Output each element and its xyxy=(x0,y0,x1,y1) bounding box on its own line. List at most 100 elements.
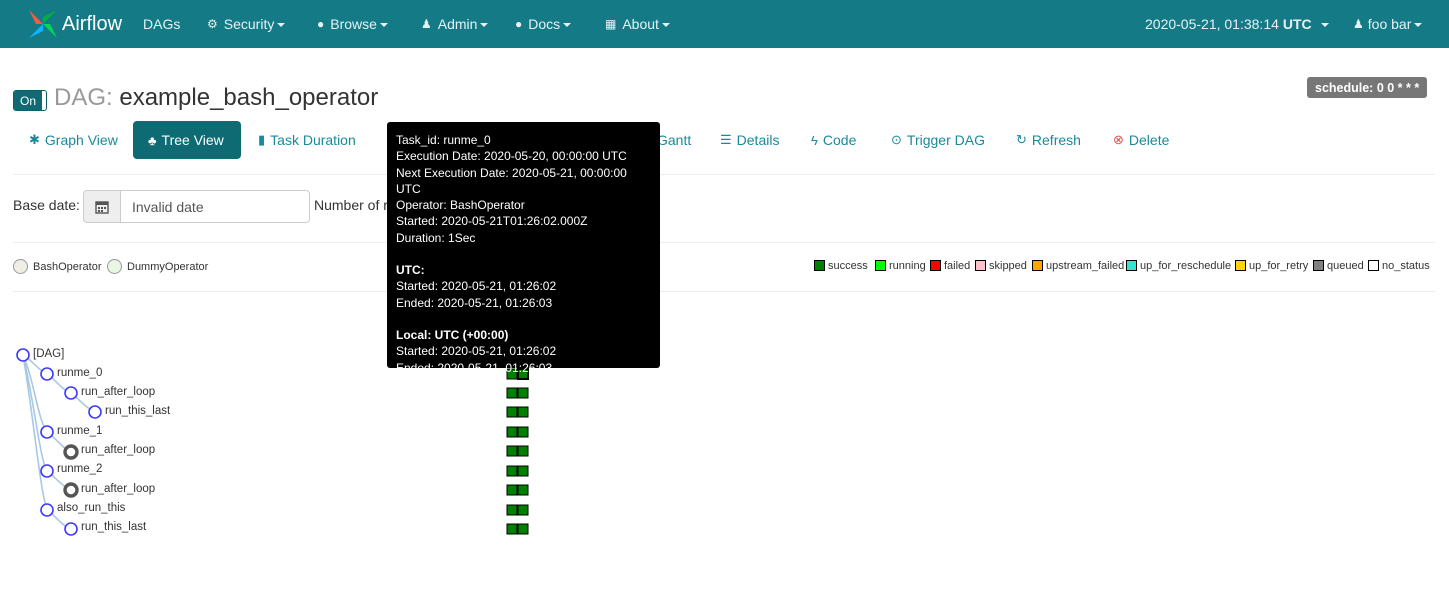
task-instance-square[interactable] xyxy=(506,523,518,535)
tree-node-circle[interactable] xyxy=(63,482,79,498)
state-label: queued xyxy=(1327,259,1364,272)
play-circle-icon: ⊙ xyxy=(891,132,902,147)
nav-about-label: About xyxy=(622,16,659,32)
state-swatch xyxy=(1032,260,1043,271)
nav-browse[interactable]: ● Browse xyxy=(317,0,388,48)
brand-link[interactable]: Airflow xyxy=(26,6,122,42)
tab-label: Refresh xyxy=(1031,132,1081,148)
state-swatch xyxy=(1235,260,1246,271)
caret-down-icon xyxy=(379,22,388,27)
nav-dags-label: DAGs xyxy=(143,16,181,32)
divider xyxy=(13,242,1435,243)
task-instance-square[interactable] xyxy=(506,406,518,418)
state-label: up_for_reschedule xyxy=(1140,259,1232,272)
tab-graph-view[interactable]: ✱ Graph View xyxy=(14,121,133,159)
state-label: success xyxy=(828,259,868,272)
tree-node-circle[interactable] xyxy=(40,503,54,517)
task-instance-square[interactable] xyxy=(517,523,529,535)
task-instance-square[interactable] xyxy=(517,406,529,418)
tree-node-runme-0[interactable]: runme_0 xyxy=(57,367,102,379)
state-swatch xyxy=(814,260,825,271)
tab-details[interactable]: ☰ Details xyxy=(705,121,794,159)
tree-node-run-this-last[interactable]: run_this_last xyxy=(105,405,170,417)
tree-node-circle[interactable] xyxy=(40,367,54,381)
tree-node-run-after-loop[interactable]: run_after_loop xyxy=(81,444,155,456)
tree-node-also-run-this[interactable]: also_run_this xyxy=(57,502,125,514)
nav-docs[interactable]: ● Docs xyxy=(515,0,572,48)
state-swatch xyxy=(930,260,941,271)
task-instance-square[interactable] xyxy=(506,484,518,496)
state-swatch xyxy=(1313,260,1324,271)
task-instance-square[interactable] xyxy=(506,504,518,516)
schedule-badge: schedule: 0 0 * * * xyxy=(1307,77,1428,98)
operator-legend-dummy: DummyOperator xyxy=(107,259,208,274)
tree-node-runme-1[interactable]: runme_1 xyxy=(57,425,102,437)
task-instance-square[interactable] xyxy=(506,445,518,457)
state-label: upstream_failed xyxy=(1046,259,1125,272)
tree-node-circle[interactable] xyxy=(40,425,54,439)
task-instance-square[interactable] xyxy=(506,387,518,399)
tree-node-circle[interactable] xyxy=(16,348,30,362)
globe-icon: ● xyxy=(317,17,325,31)
calendar-icon xyxy=(95,200,109,214)
operator-legend-bash: BashOperator xyxy=(13,259,101,274)
user-icon: ♟ xyxy=(421,17,432,31)
base-date-input[interactable] xyxy=(120,190,310,223)
nav-security[interactable]: ⚙ Security xyxy=(207,0,286,48)
nav-admin-label: Admin xyxy=(437,16,478,32)
caret-down-icon xyxy=(1320,22,1329,27)
tab-label: Delete xyxy=(1128,132,1170,148)
operator-swatch xyxy=(13,259,28,274)
tree-node-run-after-loop[interactable]: run_after_loop xyxy=(81,386,155,398)
tooltip-local-started: Started: 2020-05-21, 01:26:02 xyxy=(396,344,557,359)
tree-node-run-this-last[interactable]: run_this_last xyxy=(81,521,146,533)
nav-user[interactable]: ♟ foo bar xyxy=(1353,0,1423,48)
tab-trigger-dag[interactable]: ⊙ Trigger DAG xyxy=(876,121,1000,159)
caret-down-icon xyxy=(480,22,489,27)
task-instance-square[interactable] xyxy=(517,445,529,457)
state-swatch xyxy=(875,260,886,271)
legend-upstream-failed: upstream_failed xyxy=(1032,259,1124,272)
tooltip-execution-date: Execution Date: 2020-05-20, 00:00:00 UTC xyxy=(396,149,627,164)
tab-code[interactable]: ϟ Code xyxy=(796,121,871,159)
tree-node-dag[interactable]: [DAG] xyxy=(33,348,64,360)
tab-tree-view[interactable]: ♣ Tree View xyxy=(133,121,241,159)
dag-title-prefix: DAG: xyxy=(54,84,113,111)
tree-node-run-after-loop[interactable]: run_after_loop xyxy=(81,483,155,495)
tree-node-circle[interactable] xyxy=(40,464,54,478)
task-instance-square[interactable] xyxy=(517,465,529,477)
tab-refresh[interactable]: ↻ Refresh xyxy=(1001,121,1096,159)
operator-label: BashOperator xyxy=(33,260,102,273)
task-instance-square[interactable] xyxy=(506,465,518,477)
tab-task-duration[interactable]: ▮ Task Duration xyxy=(243,121,371,159)
tab-delete[interactable]: ⊗ Delete xyxy=(1098,121,1184,159)
dag-toggle-label: On xyxy=(14,91,42,110)
airflow-logo-icon xyxy=(29,10,57,38)
calendar-button[interactable] xyxy=(83,190,121,223)
caret-down-icon xyxy=(1414,22,1423,27)
tooltip-duration: Duration: 1Sec xyxy=(396,230,476,245)
tree-node-circle[interactable] xyxy=(63,444,79,460)
task-instance-square[interactable] xyxy=(506,426,518,438)
nav-admin[interactable]: ♟ Admin xyxy=(421,0,489,48)
base-date-label: Base date: xyxy=(13,197,80,213)
task-instance-square[interactable] xyxy=(517,426,529,438)
tree-node-circle[interactable] xyxy=(88,405,102,419)
tree-icon: ♣ xyxy=(148,132,157,148)
dag-toggle[interactable]: On xyxy=(13,90,47,111)
bar-chart-icon: ▮ xyxy=(258,132,266,147)
nav-clock[interactable]: 2020-05-21, 01:38:14 UTC xyxy=(1145,0,1329,48)
globe-icon: ● xyxy=(515,17,523,31)
task-instance-square[interactable] xyxy=(517,387,529,399)
caret-down-icon xyxy=(563,22,572,27)
tree-node-circle[interactable] xyxy=(64,522,78,536)
dag-name: example_bash_operator xyxy=(119,84,379,111)
task-instance-square[interactable] xyxy=(517,504,529,516)
task-instance-square[interactable] xyxy=(517,484,529,496)
nav-dags[interactable]: DAGs xyxy=(143,0,180,48)
tree-node-runme-2[interactable]: runme_2 xyxy=(57,463,102,475)
brand-text: Airflow xyxy=(62,12,123,35)
nav-about[interactable]: ▦ About xyxy=(605,0,670,48)
tree-node-circle[interactable] xyxy=(64,386,78,400)
nav-security-label: Security xyxy=(223,16,275,32)
